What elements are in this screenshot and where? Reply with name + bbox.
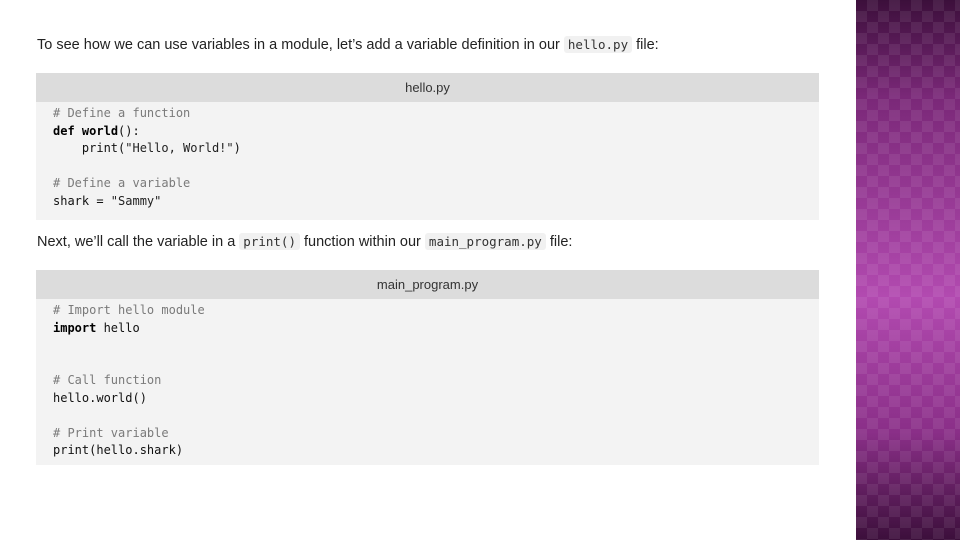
code-comment: # Define a variable [53,176,191,190]
second-text-before: Next, we’ll call the variable in a [37,234,240,250]
code-comment: # Define a function [53,106,191,120]
string-literal: "Sammy" [110,193,162,208]
code-line: print(hello.shark) [53,442,819,460]
intro-text-before: To see how we can use variables in a mod… [37,37,564,53]
code-body: # Define a function def world(): print("H… [36,102,819,210]
code-block-filename: main_program.py [36,270,819,299]
code-line: # Import hello module [53,302,819,320]
code-text: print(hello.shark) [53,443,184,457]
keyword-def: def [53,123,75,138]
code-text: print( [53,141,126,155]
code-line: shark = "Sammy" [53,193,819,211]
code-text: hello [96,320,140,335]
code-comment: # Call function [53,373,162,387]
code-body: # Import hello module import hello # Call … [36,299,819,460]
code-line: # Define a function [53,105,819,123]
code-line: hello.world() [53,390,819,408]
function-name: world [81,123,119,138]
code-block-filename: hello.py [36,73,819,102]
intro-text-after: file: [632,37,659,53]
code-line: import hello [53,320,819,338]
string-literal: "Hello, World!" [125,141,234,155]
slide: To see how we can use variables in a mod… [0,0,856,540]
code-line: # Print variable [53,425,819,443]
inline-code-print: print() [239,233,300,250]
decorative-side-panel [856,0,960,540]
code-punctuation: (): [118,123,140,138]
inline-code-hello-py: hello.py [563,36,633,53]
code-block-main-program: main_program.py # Import hello module imp… [36,270,819,465]
second-text-middle: function within our [299,234,425,250]
inline-code-main-program-py: main_program.py [424,233,546,250]
code-punctuation: ) [233,141,241,155]
code-text: shark = [53,193,111,208]
code-block-hello: hello.py # Define a function def world():… [36,73,819,220]
code-line: def world(): [53,123,819,141]
code-line: # Call function [53,372,819,390]
code-text: hello.world() [53,390,147,405]
code-comment: # Import hello module [53,303,205,317]
second-paragraph: Next, we’ll call the variable in a print… [37,232,572,252]
code-line: print("Hello, World!") [53,140,819,158]
intro-paragraph: To see how we can use variables in a mod… [37,35,659,55]
second-text-after: file: [545,234,573,250]
code-comment: # Print variable [53,425,169,440]
code-line: # Define a variable [53,175,819,193]
keyword-import: import [53,320,97,335]
